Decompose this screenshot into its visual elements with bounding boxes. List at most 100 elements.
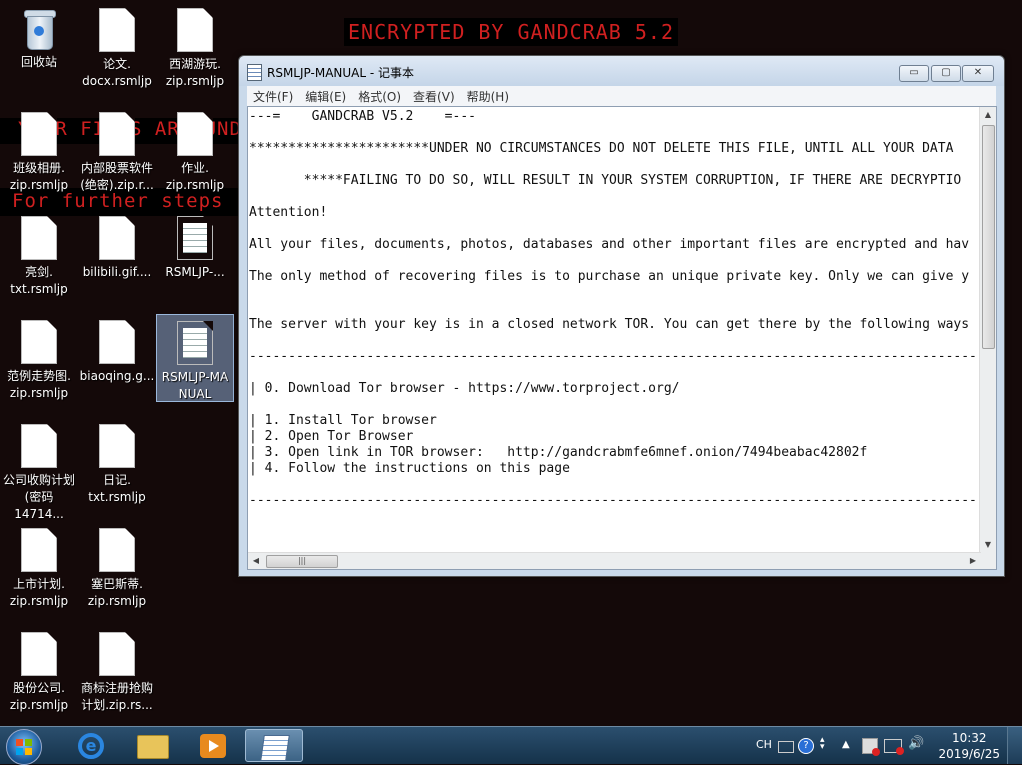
- file-icon: [21, 216, 57, 260]
- desktop-icon-file[interactable]: 商标注册抢购 计划.zip.rs...: [79, 630, 155, 714]
- file-icon: [21, 112, 57, 156]
- help-icon[interactable]: ?: [798, 738, 814, 754]
- desktop-icon-file[interactable]: 论文. docx.rsmljp: [79, 6, 155, 90]
- vertical-scroll-thumb[interactable]: [982, 125, 995, 349]
- window-title: RSMLJP-MANUAL - 记事本: [267, 66, 415, 80]
- taskbar-internet-explorer[interactable]: e: [62, 729, 116, 762]
- desktop-icon-label: 上市计划. zip.rsmljp: [9, 577, 69, 608]
- desktop-icon-file[interactable]: 股份公司. zip.rsmljp: [1, 630, 77, 714]
- desktop-icon-label: 股份公司. zip.rsmljp: [9, 681, 69, 712]
- desktop-icon-label: 西湖游玩. zip.rsmljp: [165, 57, 225, 88]
- file-icon: [99, 216, 135, 260]
- desktop-icon-label: 作业. zip.rsmljp: [165, 161, 225, 192]
- notepad-icon: [247, 64, 262, 81]
- taskbar-media-player[interactable]: [184, 729, 238, 762]
- text-editor[interactable]: ---= GANDCRAB V5.2 =--- ****************…: [247, 106, 997, 570]
- recycle-bin-icon: [22, 6, 56, 50]
- desktop-icon-file[interactable]: 上市计划. zip.rsmljp: [1, 526, 77, 610]
- notepad-window[interactable]: RSMLJP-MANUAL - 记事本 ▭ ▢ ✕ 文件(F) 编辑(E) 格式(O…: [238, 55, 1005, 577]
- desktop-icon-label: RSMLJP-MA NUAL: [161, 370, 229, 401]
- desktop-icon-file[interactable]: 塞巴斯蒂. zip.rsmljp: [79, 526, 155, 610]
- desktop-icon-label: 日记. txt.rsmljp: [88, 473, 146, 504]
- media-player-icon: [200, 734, 226, 758]
- desktop-icon-file[interactable]: 西湖游玩. zip.rsmljp: [157, 6, 233, 90]
- desktop-icon-label: 班级相册. zip.rsmljp: [9, 161, 69, 192]
- taskbar-notepad[interactable]: [245, 729, 303, 762]
- desktop-icon-label: RSMLJP-...: [165, 265, 225, 279]
- file-icon: [99, 8, 135, 52]
- desktop-icon-label: 商标注册抢购 计划.zip.rs...: [80, 681, 153, 712]
- file-icon: [21, 528, 57, 572]
- file-icon: [177, 8, 213, 52]
- desktop-icon-label: 范例走势图. zip.rsmljp: [7, 369, 71, 400]
- desktop-icon-label: 回收站: [20, 55, 57, 69]
- file-icon: [99, 112, 135, 156]
- text-file-icon: [177, 216, 213, 260]
- taskbar-file-explorer[interactable]: [123, 729, 177, 762]
- clock[interactable]: 10:32 2019/6/25: [938, 730, 1000, 762]
- menu-help[interactable]: 帮助(H): [461, 86, 515, 107]
- start-button[interactable]: [6, 729, 42, 765]
- keyboard-icon[interactable]: [778, 741, 794, 753]
- desktop-icon-file[interactable]: 班级相册. zip.rsmljp: [1, 110, 77, 194]
- vertical-scrollbar[interactable]: ▲ ▼: [979, 107, 996, 553]
- scroll-up-arrow-icon[interactable]: ▲: [980, 107, 996, 123]
- desktop-icon-file[interactable]: 范例走势图. zip.rsmljp: [1, 318, 77, 402]
- notepad-icon: [260, 735, 290, 761]
- horizontal-scroll-thumb[interactable]: |||: [266, 555, 338, 568]
- file-icon: [99, 632, 135, 676]
- resize-grip[interactable]: [980, 553, 996, 569]
- desktop-icon-label: 论文. docx.rsmljp: [82, 57, 152, 88]
- desktop-icon-text-file-selected[interactable]: RSMLJP-MA NUAL: [156, 314, 234, 402]
- desktop-icon-file[interactable]: 公司收购计划 (密码14714...: [1, 422, 77, 523]
- desktop-icon-file[interactable]: 作业. zip.rsmljp: [157, 110, 233, 194]
- clock-time: 10:32: [951, 731, 987, 745]
- internet-explorer-icon: e: [78, 733, 104, 759]
- title-bar[interactable]: RSMLJP-MANUAL - 记事本 ▭ ▢ ✕: [239, 56, 1004, 86]
- close-button[interactable]: ✕: [962, 65, 994, 82]
- desktop-icon-recycle-bin[interactable]: 回收站: [1, 4, 77, 71]
- show-desktop-button[interactable]: [1007, 727, 1022, 764]
- desktop-icon-file[interactable]: 亮剑. txt.rsmljp: [1, 214, 77, 298]
- network-icon[interactable]: [884, 739, 904, 755]
- maximize-button[interactable]: ▢: [931, 65, 961, 82]
- minimize-button[interactable]: ▭: [899, 65, 929, 82]
- file-icon: [99, 424, 135, 468]
- scroll-right-arrow-icon[interactable]: ▶: [965, 553, 981, 569]
- desktop-icon-label: 内部股票软件 (绝密).zip.r...: [80, 161, 154, 192]
- file-icon: [177, 112, 213, 156]
- file-icon: [21, 320, 57, 364]
- scroll-down-arrow-icon[interactable]: ▼: [980, 537, 996, 553]
- desktop-icon-text-file[interactable]: RSMLJP-...: [157, 214, 233, 281]
- horizontal-scrollbar[interactable]: ◀ ||| ▶: [248, 552, 981, 569]
- file-icon: [99, 320, 135, 364]
- language-indicator[interactable]: CH: [756, 738, 772, 752]
- desktop-icon-label: 塞巴斯蒂. zip.rsmljp: [87, 577, 147, 608]
- desktop-icon-file[interactable]: biaoqing.g...: [79, 318, 155, 385]
- taskbar: e CH ? ▴ ▾ ▲ 🔊 10:32 2019/6/25: [0, 726, 1022, 765]
- menu-file[interactable]: 文件(F): [247, 86, 299, 107]
- menu-bar: 文件(F) 编辑(E) 格式(O) 查看(V) 帮助(H): [247, 86, 996, 106]
- folder-icon: [137, 735, 169, 759]
- menu-format[interactable]: 格式(O): [352, 86, 407, 107]
- desktop-icon-file[interactable]: bilibili.gif....: [79, 214, 155, 281]
- desktop-icon-file[interactable]: 内部股票软件 (绝密).zip.r...: [79, 110, 155, 194]
- scroll-left-arrow-icon[interactable]: ◀: [248, 553, 264, 569]
- file-icon: [21, 424, 57, 468]
- desktop-icon-label: 亮剑. txt.rsmljp: [10, 265, 68, 296]
- file-icon: [21, 632, 57, 676]
- menu-edit[interactable]: 编辑(E): [299, 86, 352, 107]
- desktop-icon-label: biaoqing.g...: [79, 369, 155, 383]
- desktop-icon-file[interactable]: 日记. txt.rsmljp: [79, 422, 155, 506]
- file-icon: [99, 528, 135, 572]
- ime-options-icon[interactable]: ▴ ▾: [820, 736, 825, 752]
- action-center-icon[interactable]: [862, 738, 880, 756]
- desktop-icon-label: bilibili.gif....: [82, 265, 152, 279]
- desktop-icon-label: 公司收购计划 (密码14714...: [2, 473, 75, 521]
- volume-icon[interactable]: 🔊: [908, 736, 924, 751]
- show-hidden-icons-icon[interactable]: ▲: [842, 739, 850, 753]
- menu-view[interactable]: 查看(V): [407, 86, 461, 107]
- text-file-icon: [177, 321, 213, 365]
- document-text[interactable]: ---= GANDCRAB V5.2 =--- ****************…: [248, 107, 981, 553]
- clock-date: 2019/6/25: [938, 747, 1000, 761]
